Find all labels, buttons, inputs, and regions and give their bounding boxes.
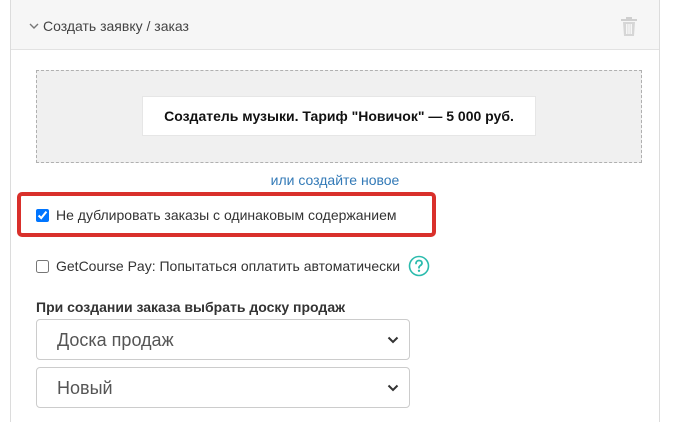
sales-board-label: При создании заказа выбрать доску продаж [36,299,346,315]
selected-offer-card[interactable]: Создатель музыки. Тариф "Новичок" — 5 00… [142,96,536,136]
offer-dropzone: Создатель музыки. Тариф "Новичок" — 5 00… [36,70,642,163]
getcourse-pay-option[interactable]: GetCourse Pay: Попытаться оплатить автом… [36,255,430,277]
collapse-toggle[interactable]: Создать заявку / заказ [28,16,189,36]
getcourse-pay-checkbox[interactable] [36,259,49,273]
no-duplicate-option[interactable]: Не дублировать заказы с одинаковым содер… [36,207,397,223]
panel-header: Создать заявку / заказ [11,0,659,50]
chevron-down-icon [387,336,399,344]
question-circle-icon[interactable] [408,255,430,277]
no-duplicate-label: Не дублировать заказы с одинаковым содер… [56,207,397,223]
order-status-select[interactable]: Новый [36,367,410,408]
getcourse-pay-label: GetCourse Pay: Попытаться оплатить автом… [56,258,401,274]
trash-icon[interactable] [620,17,638,37]
sales-board-select[interactable]: Доска продаж [36,319,410,360]
panel-title: Создать заявку / заказ [43,18,189,34]
no-duplicate-checkbox[interactable] [36,208,49,222]
create-new-link[interactable]: или создайте новое [11,172,659,188]
chevron-down-icon [29,23,39,29]
sales-board-value: Доска продаж [57,330,174,350]
order-status-value: Новый [57,378,113,398]
chevron-down-icon [387,384,399,392]
offer-label: Создатель музыки. Тариф "Новичок" — 5 00… [164,108,514,124]
create-order-panel: Создать заявку / заказ Создатель музыки.… [10,0,660,422]
